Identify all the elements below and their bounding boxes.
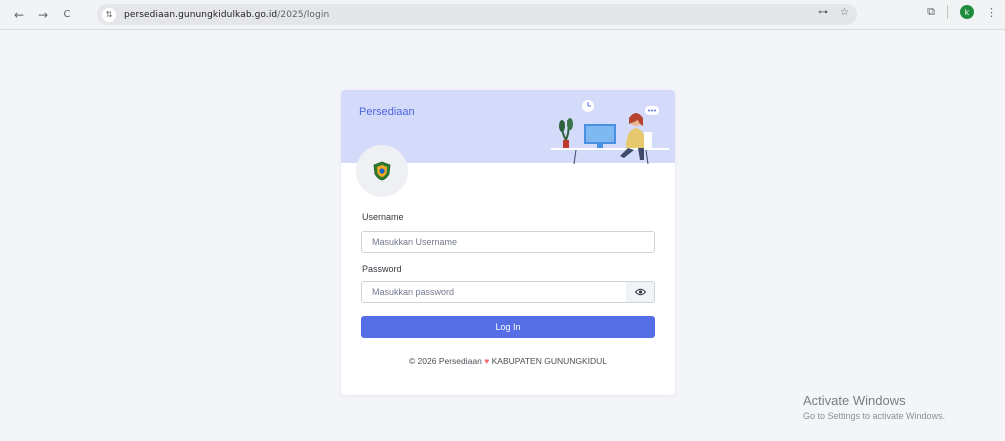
watermark-title: Activate Windows xyxy=(803,393,906,408)
heart-icon: ♥ xyxy=(484,356,490,366)
menu-icon[interactable]: ⋮ xyxy=(986,6,997,19)
password-input[interactable] xyxy=(361,281,627,303)
regency-emblem-icon xyxy=(373,161,391,181)
avatar xyxy=(356,145,408,197)
forward-icon[interactable]: → xyxy=(32,4,54,26)
workspace-illustration-icon xyxy=(551,100,669,164)
toggle-password-button[interactable] xyxy=(626,281,655,303)
profile-avatar[interactable]: k xyxy=(960,5,974,19)
password-label: Password xyxy=(362,264,402,274)
back-icon[interactable]: ← xyxy=(8,4,30,26)
username-input[interactable] xyxy=(361,231,655,253)
eye-icon xyxy=(634,288,646,296)
footer-text: © 2026 Persediaan ♥ KABUPATEN GUNUNGKIDU… xyxy=(341,356,675,366)
bookmark-star-icon[interactable]: ☆ xyxy=(840,7,849,18)
url-text[interactable]: persediaan.gunungkidulkab.go.id/2025/log… xyxy=(124,10,329,20)
extensions-icon[interactable]: ⧉ xyxy=(927,5,935,19)
watermark-subtitle: Go to Settings to activate Windows. xyxy=(803,411,946,421)
login-button[interactable]: Log In xyxy=(361,316,655,338)
address-bar[interactable]: ⇅ persediaan.gunungkidulkab.go.id/2025/l… xyxy=(97,4,857,25)
footer-prefix: © 2026 Persediaan xyxy=(408,356,482,366)
url-domain: persediaan.gunungkidulkab.go.id xyxy=(124,9,278,20)
url-path: /2025/login xyxy=(277,9,330,20)
password-key-icon[interactable]: ⊶ xyxy=(818,7,828,18)
windows-activation-watermark: Activate Windows Go to Settings to activ… xyxy=(803,393,945,421)
login-card: Persediaan Username Masukkan Username Pa… xyxy=(341,90,675,395)
footer-suffix: KABUPATEN GUNUNGKIDUL xyxy=(491,356,608,366)
site-info-icon[interactable]: ⇅ xyxy=(102,7,116,22)
app-name: Persediaan xyxy=(359,106,415,118)
username-label: Username xyxy=(362,212,404,222)
browser-toolbar: ← → C ⇅ persediaan.gunungkidulkab.go.id/… xyxy=(0,0,1005,30)
toolbar-divider xyxy=(947,5,948,19)
reload-icon[interactable]: C xyxy=(56,4,78,26)
